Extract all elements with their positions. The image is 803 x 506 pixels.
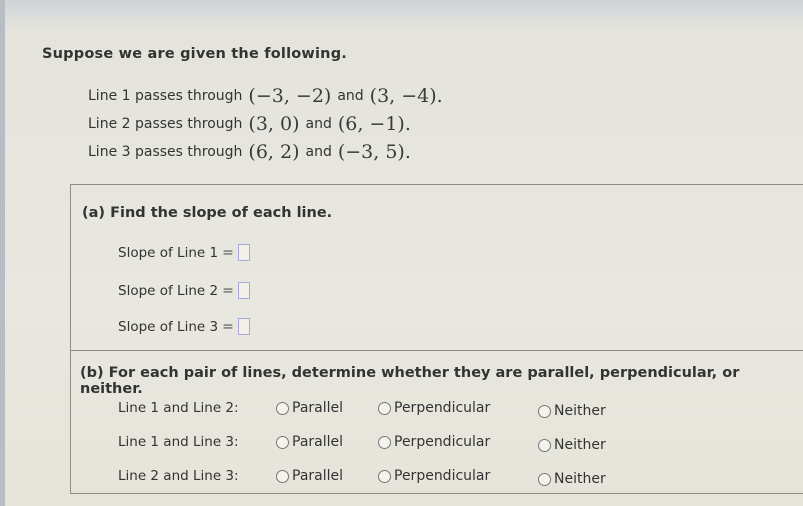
pair-row-1-2: Line 1 and Line 2: Parallel Perpendicula…	[118, 400, 606, 419]
parallel-option[interactable]: Parallel	[276, 434, 343, 450]
perpendicular-option[interactable]: Perpendicular	[378, 434, 490, 450]
slope-row-line-2: Slope of Line 2 =	[118, 282, 250, 299]
radio-icon[interactable]	[538, 472, 551, 486]
part-a-title: (a) Find the slope of each line.	[82, 205, 333, 221]
and-text: and	[337, 88, 364, 104]
line-1-definition: Line 1 passes through (−3, −2) and (3, −…	[88, 82, 449, 110]
point-2: (−3, 5).	[337, 141, 411, 163]
part-a-box	[70, 184, 71, 350]
radio-icon[interactable]	[276, 469, 289, 483]
pair-row-2-3: Line 2 and Line 3: Parallel Perpendicula…	[118, 468, 606, 487]
slope-label: Slope of Line 1	[118, 244, 219, 261]
radio-icon[interactable]	[276, 401, 289, 415]
and-text: and	[305, 144, 332, 160]
line-3-definition: Line 3 passes through (6, 2) and (−3, 5)…	[88, 138, 449, 166]
option-label: Neither	[554, 437, 606, 453]
neither-option[interactable]: Neither	[538, 437, 606, 453]
point-2: (6, −1).	[337, 113, 411, 135]
line-2-definition: Line 2 passes through (3, 0) and (6, −1)…	[88, 110, 449, 138]
option-label: Perpendicular	[394, 434, 491, 450]
and-text: and	[305, 116, 332, 132]
pair-label: Line 2 and Line 3:	[118, 468, 239, 484]
pair-label: Line 1 and Line 2:	[118, 400, 239, 416]
option-label: Parallel	[292, 468, 344, 484]
line-label: Line 3 passes through	[88, 144, 243, 160]
perpendicular-option[interactable]: Perpendicular	[378, 468, 490, 484]
option-label: Perpendicular	[394, 468, 491, 484]
window-edge	[0, 0, 5, 506]
equals-sign: =	[222, 244, 234, 261]
option-label: Perpendicular	[394, 400, 491, 416]
radio-icon[interactable]	[538, 438, 551, 452]
equals-sign: =	[222, 282, 234, 299]
radio-icon[interactable]	[378, 469, 391, 483]
neither-option[interactable]: Neither	[538, 471, 606, 487]
radio-icon[interactable]	[276, 435, 289, 449]
slope-label: Slope of Line 3	[118, 318, 219, 335]
pair-label: Line 1 and Line 3:	[118, 434, 239, 450]
point-1: (3, 0)	[248, 113, 300, 135]
option-label: Neither	[554, 403, 606, 419]
parallel-option[interactable]: Parallel	[276, 400, 343, 416]
slope-line-1-input[interactable]	[237, 244, 250, 261]
slope-row-line-1: Slope of Line 1 =	[118, 244, 250, 261]
slope-line-2-input[interactable]	[237, 282, 250, 299]
problem-intro: Suppose we are given the following.	[42, 46, 347, 62]
line-definitions: Line 1 passes through (−3, −2) and (3, −…	[88, 82, 449, 166]
part-b-title: (b) For each pair of lines, determine wh…	[80, 365, 740, 397]
neither-option[interactable]: Neither	[538, 403, 606, 419]
slope-row-line-3: Slope of Line 3 =	[118, 318, 250, 335]
slope-label: Slope of Line 2	[118, 282, 219, 299]
option-label: Parallel	[292, 400, 344, 416]
option-label: Parallel	[292, 434, 344, 450]
pair-row-1-3: Line 1 and Line 3: Parallel Perpendicula…	[118, 434, 606, 453]
radio-icon[interactable]	[378, 401, 391, 415]
radio-icon[interactable]	[538, 404, 551, 418]
equals-sign: =	[222, 318, 234, 335]
section-divider	[70, 184, 803, 185]
point-2: (3, −4).	[369, 85, 443, 107]
perpendicular-option[interactable]: Perpendicular	[378, 400, 490, 416]
option-label: Neither	[554, 471, 606, 487]
point-1: (6, 2)	[248, 141, 300, 163]
radio-icon[interactable]	[378, 435, 391, 449]
parallel-option[interactable]: Parallel	[276, 468, 343, 484]
point-1: (−3, −2)	[248, 85, 332, 107]
line-label: Line 2 passes through	[88, 116, 243, 132]
slope-line-3-input[interactable]	[237, 318, 250, 335]
line-label: Line 1 passes through	[88, 88, 243, 104]
